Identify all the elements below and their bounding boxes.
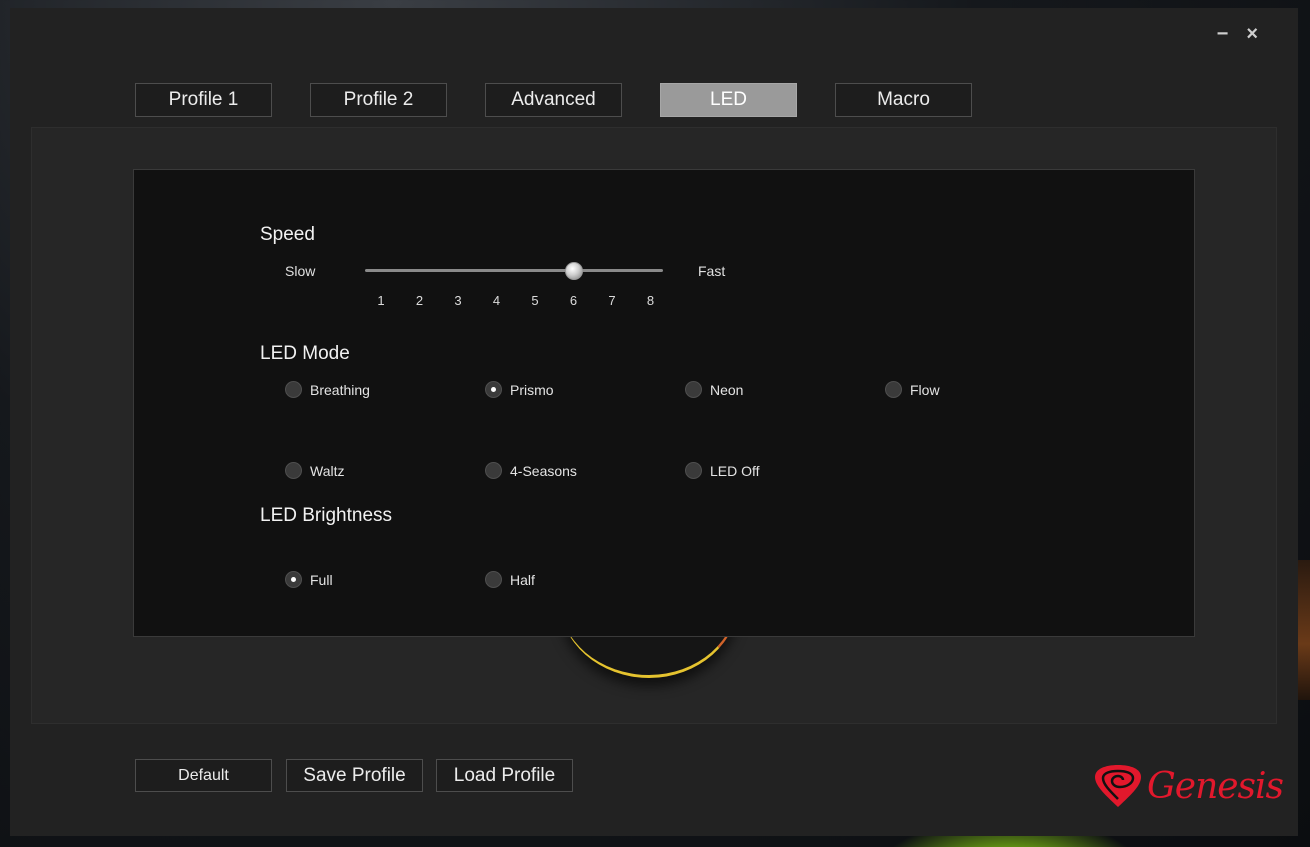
tab-led[interactable]: LED bbox=[660, 83, 797, 117]
radio-circle[interactable] bbox=[285, 381, 302, 398]
content-area: Speed Slow Fast 1 2 3 4 5 6 7 8 LED Mode Breath… bbox=[31, 127, 1277, 724]
radio-circle[interactable] bbox=[885, 381, 902, 398]
speed-tick-6: 6 bbox=[569, 293, 578, 308]
radio-label: Full bbox=[310, 571, 333, 588]
radio-label: Breathing bbox=[310, 381, 370, 398]
radio-label: 4-Seasons bbox=[510, 462, 577, 479]
genesis-logo: Genesis bbox=[1093, 763, 1284, 809]
radio-4-seasons[interactable]: 4-Seasons bbox=[485, 462, 577, 479]
speed-slider-thumb[interactable] bbox=[564, 262, 583, 280]
tab-advanced[interactable]: Advanced bbox=[485, 83, 622, 117]
radio-label: Flow bbox=[910, 381, 940, 398]
speed-title: Speed bbox=[260, 224, 315, 245]
led-settings-panel: Speed Slow Fast 1 2 3 4 5 6 7 8 LED Mode Breath… bbox=[133, 169, 1195, 637]
speed-tick-5: 5 bbox=[531, 293, 539, 308]
radio-label: LED Off bbox=[710, 462, 760, 479]
tab-macro[interactable]: Macro bbox=[835, 83, 972, 117]
radio-waltz[interactable]: Waltz bbox=[285, 462, 344, 479]
radio-circle[interactable] bbox=[685, 462, 702, 479]
radio-label: Neon bbox=[710, 381, 744, 398]
window-controls: − × bbox=[1217, 22, 1258, 46]
radio-led-off[interactable]: LED Off bbox=[685, 462, 760, 479]
speed-tick-3: 3 bbox=[454, 293, 462, 308]
speed-slow-label: Slow bbox=[285, 263, 316, 279]
radio-label: Prismo bbox=[510, 381, 554, 398]
radio-circle[interactable] bbox=[685, 381, 702, 398]
radio-circle[interactable] bbox=[485, 571, 502, 588]
radio-flow[interactable]: Flow bbox=[885, 381, 940, 398]
save-profile-button[interactable]: Save Profile bbox=[286, 759, 423, 792]
speed-tick-2: 2 bbox=[415, 293, 424, 308]
app-window: − × Profile 1 Profile 2 Advanced LED Mac… bbox=[10, 8, 1298, 836]
minimize-icon[interactable]: − bbox=[1217, 22, 1229, 46]
speed-ticks: 1 2 3 4 5 6 7 8 bbox=[371, 293, 661, 311]
radio-circle[interactable] bbox=[285, 462, 302, 479]
led-mode-title: LED Mode bbox=[260, 343, 350, 364]
radio-label: Waltz bbox=[310, 462, 345, 479]
radio-brightness-full[interactable]: Full bbox=[285, 571, 333, 588]
speed-tick-1: 1 bbox=[377, 293, 385, 308]
speed-slider-track[interactable] bbox=[365, 269, 663, 272]
radio-breathing[interactable]: Breathing bbox=[285, 381, 370, 398]
genesis-logo-text: Genesis bbox=[1147, 765, 1284, 807]
load-profile-button[interactable]: Load Profile bbox=[436, 759, 573, 792]
tab-profile-1[interactable]: Profile 1 bbox=[135, 83, 272, 117]
genesis-swirl-icon bbox=[1095, 765, 1141, 807]
tab-profile-2[interactable]: Profile 2 bbox=[310, 83, 447, 117]
radio-label: Half bbox=[510, 571, 535, 588]
speed-tick-7: 7 bbox=[608, 293, 616, 308]
speed-tick-8: 8 bbox=[646, 293, 655, 308]
speed-fast-label: Fast bbox=[698, 263, 726, 279]
radio-prismo[interactable]: Prismo bbox=[485, 381, 554, 398]
close-icon[interactable]: × bbox=[1246, 22, 1258, 46]
led-brightness-title: LED Brightness bbox=[260, 505, 393, 526]
radio-circle[interactable] bbox=[285, 571, 302, 588]
speed-tick-4: 4 bbox=[492, 293, 501, 308]
radio-circle[interactable] bbox=[485, 381, 502, 398]
radio-neon[interactable]: Neon bbox=[685, 381, 743, 398]
radio-circle[interactable] bbox=[485, 462, 502, 479]
default-button[interactable]: Default bbox=[135, 759, 272, 792]
radio-brightness-half[interactable]: Half bbox=[485, 571, 535, 588]
